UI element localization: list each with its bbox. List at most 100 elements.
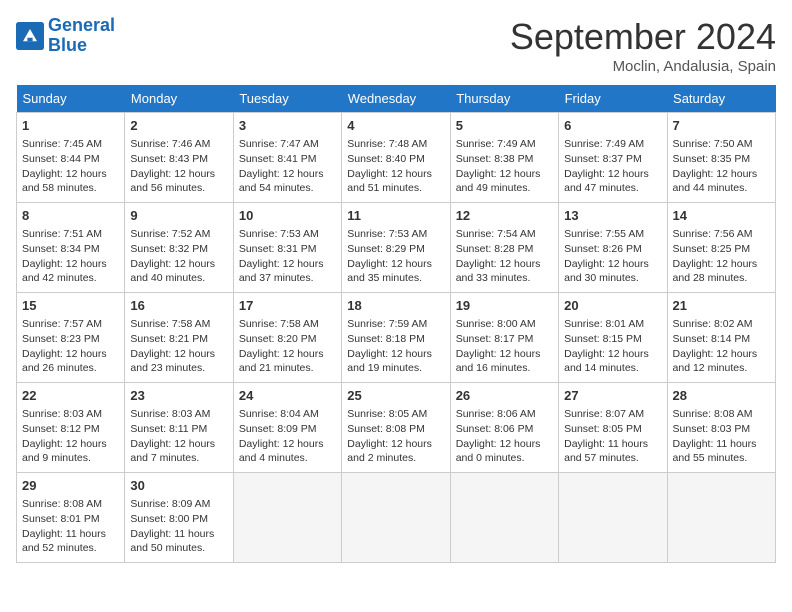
day-number: 12 <box>456 207 553 225</box>
calendar-cell: 23 Sunrise: 8:03 AM Sunset: 8:11 PM Dayli… <box>125 383 233 473</box>
calendar-cell: 10 Sunrise: 7:53 AM Sunset: 8:31 PM Dayli… <box>233 203 341 293</box>
title-block: September 2024 Moclin, Andalusia, Spain <box>510 16 776 75</box>
day-number: 18 <box>347 297 444 315</box>
calendar-cell: 25 Sunrise: 8:05 AM Sunset: 8:08 PM Dayli… <box>342 383 450 473</box>
day-info: Sunrise: 7:59 AM Sunset: 8:18 PM Dayligh… <box>347 317 444 376</box>
day-info: Sunrise: 7:50 AM Sunset: 8:35 PM Dayligh… <box>673 137 770 196</box>
day-number: 16 <box>130 297 227 315</box>
day-info: Sunrise: 7:58 AM Sunset: 8:21 PM Dayligh… <box>130 317 227 376</box>
weekday-header-sunday: Sunday <box>17 85 125 113</box>
calendar-cell: 13Sunrise: 7:55 AM Sunset: 8:26 PM Dayli… <box>559 203 667 293</box>
weekday-header-tuesday: Tuesday <box>233 85 341 113</box>
day-number: 1 <box>22 117 119 135</box>
day-info: Sunrise: 7:47 AM Sunset: 8:41 PM Dayligh… <box>239 137 336 196</box>
day-info: Sunrise: 7:56 AM Sunset: 8:25 PM Dayligh… <box>673 227 770 286</box>
day-number: 19 <box>456 297 553 315</box>
day-info: Sunrise: 8:08 AM Sunset: 8:03 PM Dayligh… <box>673 407 770 466</box>
day-info: Sunrise: 7:49 AM Sunset: 8:38 PM Dayligh… <box>456 137 553 196</box>
day-number: 21 <box>673 297 770 315</box>
empty-cell <box>450 473 558 563</box>
day-info: Sunrise: 8:07 AM Sunset: 8:05 PM Dayligh… <box>564 407 661 466</box>
empty-cell <box>559 473 667 563</box>
day-number: 26 <box>456 387 553 405</box>
day-info: Sunrise: 8:01 AM Sunset: 8:15 PM Dayligh… <box>564 317 661 376</box>
weekday-header-saturday: Saturday <box>667 85 775 113</box>
day-info: Sunrise: 7:52 AM Sunset: 8:32 PM Dayligh… <box>130 227 227 286</box>
day-number: 28 <box>673 387 770 405</box>
weekday-header-friday: Friday <box>559 85 667 113</box>
day-number: 15 <box>22 297 119 315</box>
day-info: Sunrise: 7:53 AM Sunset: 8:29 PM Dayligh… <box>347 227 444 286</box>
day-info: Sunrise: 8:02 AM Sunset: 8:14 PM Dayligh… <box>673 317 770 376</box>
day-info: Sunrise: 8:05 AM Sunset: 8:08 PM Dayligh… <box>347 407 444 466</box>
day-number: 4 <box>347 117 444 135</box>
day-number: 23 <box>130 387 227 405</box>
weekday-header-wednesday: Wednesday <box>342 85 450 113</box>
calendar-cell: 16 Sunrise: 7:58 AM Sunset: 8:21 PM Dayli… <box>125 293 233 383</box>
calendar-cell: 11 Sunrise: 7:53 AM Sunset: 8:29 PM Dayli… <box>342 203 450 293</box>
day-info: Sunrise: 7:54 AM Sunset: 8:28 PM Dayligh… <box>456 227 553 286</box>
day-info: Sunrise: 7:57 AM Sunset: 8:23 PM Dayligh… <box>22 317 119 376</box>
calendar-cell: 24 Sunrise: 8:04 AM Sunset: 8:09 PM Dayli… <box>233 383 341 473</box>
day-number: 10 <box>239 207 336 225</box>
calendar-table: SundayMondayTuesdayWednesdayThursdayFrid… <box>16 85 776 563</box>
logo: General Blue <box>16 16 115 56</box>
empty-cell <box>667 473 775 563</box>
empty-cell <box>342 473 450 563</box>
day-info: Sunrise: 7:48 AM Sunset: 8:40 PM Dayligh… <box>347 137 444 196</box>
day-number: 5 <box>456 117 553 135</box>
logo-text: General Blue <box>48 16 115 56</box>
weekday-header-thursday: Thursday <box>450 85 558 113</box>
day-info: Sunrise: 8:03 AM Sunset: 8:12 PM Dayligh… <box>22 407 119 466</box>
day-info: Sunrise: 7:49 AM Sunset: 8:37 PM Dayligh… <box>564 137 661 196</box>
day-info: Sunrise: 8:09 AM Sunset: 8:00 PM Dayligh… <box>130 497 227 556</box>
weekday-header-row: SundayMondayTuesdayWednesdayThursdayFrid… <box>17 85 776 113</box>
calendar-cell: 21 Sunrise: 8:02 AM Sunset: 8:14 PM Dayli… <box>667 293 775 383</box>
day-info: Sunrise: 8:03 AM Sunset: 8:11 PM Dayligh… <box>130 407 227 466</box>
day-info: Sunrise: 8:06 AM Sunset: 8:06 PM Dayligh… <box>456 407 553 466</box>
day-info: Sunrise: 7:58 AM Sunset: 8:20 PM Dayligh… <box>239 317 336 376</box>
empty-cell <box>233 473 341 563</box>
calendar-cell: 18 Sunrise: 7:59 AM Sunset: 8:18 PM Dayli… <box>342 293 450 383</box>
calendar-row: 8 Sunrise: 7:51 AM Sunset: 8:34 PM Daylig… <box>17 203 776 293</box>
day-info: Sunrise: 8:00 AM Sunset: 8:17 PM Dayligh… <box>456 317 553 376</box>
day-number: 11 <box>347 207 444 225</box>
day-number: 7 <box>673 117 770 135</box>
day-number: 25 <box>347 387 444 405</box>
day-number: 20 <box>564 297 661 315</box>
calendar-cell: 3 Sunrise: 7:47 AM Sunset: 8:41 PM Daylig… <box>233 113 341 203</box>
calendar-cell: 6Sunrise: 7:49 AM Sunset: 8:37 PM Daylig… <box>559 113 667 203</box>
calendar-cell: 27 Sunrise: 8:07 AM Sunset: 8:05 PM Dayli… <box>559 383 667 473</box>
day-number: 8 <box>22 207 119 225</box>
day-number: 27 <box>564 387 661 405</box>
day-number: 24 <box>239 387 336 405</box>
calendar-cell: 4 Sunrise: 7:48 AM Sunset: 8:40 PM Daylig… <box>342 113 450 203</box>
calendar-cell: 7 Sunrise: 7:50 AM Sunset: 8:35 PM Daylig… <box>667 113 775 203</box>
calendar-cell: 30Sunrise: 8:09 AM Sunset: 8:00 PM Dayli… <box>125 473 233 563</box>
weekday-header-monday: Monday <box>125 85 233 113</box>
calendar-row: 1 Sunrise: 7:45 AM Sunset: 8:44 PM Daylig… <box>17 113 776 203</box>
calendar-row: 29Sunrise: 8:08 AM Sunset: 8:01 PM Dayli… <box>17 473 776 563</box>
day-number: 9 <box>130 207 227 225</box>
day-info: Sunrise: 7:45 AM Sunset: 8:44 PM Dayligh… <box>22 137 119 196</box>
calendar-cell: 17Sunrise: 7:58 AM Sunset: 8:20 PM Dayli… <box>233 293 341 383</box>
calendar-cell: 1 Sunrise: 7:45 AM Sunset: 8:44 PM Daylig… <box>17 113 125 203</box>
day-info: Sunrise: 7:53 AM Sunset: 8:31 PM Dayligh… <box>239 227 336 286</box>
day-number: 2 <box>130 117 227 135</box>
calendar-cell: 22 Sunrise: 8:03 AM Sunset: 8:12 PM Dayli… <box>17 383 125 473</box>
page-header: General Blue September 2024 Moclin, Anda… <box>16 16 776 75</box>
calendar-cell: 20 Sunrise: 8:01 AM Sunset: 8:15 PM Dayli… <box>559 293 667 383</box>
calendar-cell: 29Sunrise: 8:08 AM Sunset: 8:01 PM Dayli… <box>17 473 125 563</box>
day-info: Sunrise: 7:55 AM Sunset: 8:26 PM Dayligh… <box>564 227 661 286</box>
day-info: Sunrise: 8:08 AM Sunset: 8:01 PM Dayligh… <box>22 497 119 556</box>
day-number: 22 <box>22 387 119 405</box>
day-number: 14 <box>673 207 770 225</box>
day-info: Sunrise: 7:51 AM Sunset: 8:34 PM Dayligh… <box>22 227 119 286</box>
day-info: Sunrise: 8:04 AM Sunset: 8:09 PM Dayligh… <box>239 407 336 466</box>
day-number: 3 <box>239 117 336 135</box>
logo-icon <box>16 22 44 50</box>
calendar-cell: 2Sunrise: 7:46 AM Sunset: 8:43 PM Daylig… <box>125 113 233 203</box>
calendar-cell: 19 Sunrise: 8:00 AM Sunset: 8:17 PM Dayli… <box>450 293 558 383</box>
calendar-cell: 8 Sunrise: 7:51 AM Sunset: 8:34 PM Daylig… <box>17 203 125 293</box>
calendar-cell: 26 Sunrise: 8:06 AM Sunset: 8:06 PM Dayli… <box>450 383 558 473</box>
